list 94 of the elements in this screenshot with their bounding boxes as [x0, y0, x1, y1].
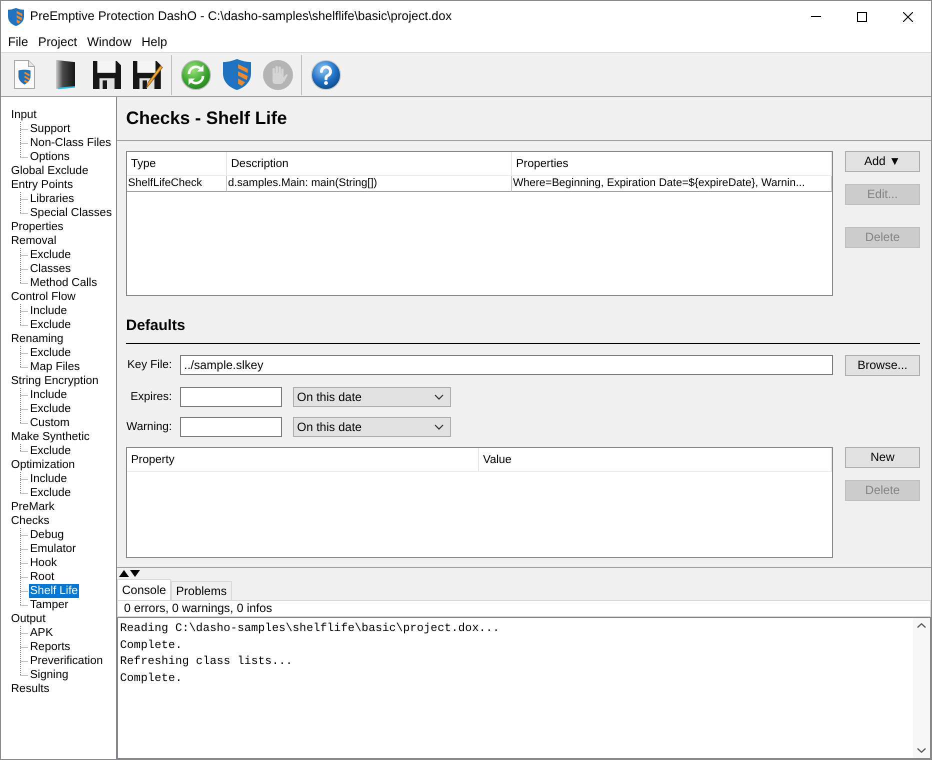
console-line: Reading C:\dasho-samples\shelflife\basic\project.dox... — [120, 621, 500, 637]
tree-item[interactable]: Map Files — [29, 360, 81, 374]
tree-item[interactable]: Results — [10, 682, 50, 696]
column-header[interactable]: Value — [479, 448, 832, 472]
add-button[interactable]: Add ▼ — [845, 151, 920, 172]
date-field[interactable] — [180, 417, 282, 437]
new-button[interactable]: New — [845, 447, 920, 468]
console-line: Complete. — [120, 671, 182, 688]
floppy-pencil-icon — [132, 60, 162, 88]
tree-item[interactable]: Include — [29, 388, 68, 402]
down-triangle-icon[interactable] — [130, 570, 140, 577]
menu-item[interactable]: Project — [33, 32, 82, 52]
scrollbar[interactable] — [913, 618, 930, 758]
column-header[interactable]: Properties — [512, 152, 832, 176]
page-title: Checks - Shelf Life — [126, 108, 288, 130]
maximize-icon — [857, 12, 867, 22]
document-shield-icon — [14, 60, 35, 89]
save-icon — [92, 60, 120, 88]
console-line: Complete. — [120, 638, 182, 654]
minimize-icon — [811, 16, 821, 17]
tree-item[interactable]: Custom — [29, 416, 71, 430]
tree-item[interactable]: APK — [29, 626, 54, 640]
tree-item[interactable]: Reports — [29, 640, 72, 654]
tree-item[interactable]: Special Classes — [29, 206, 113, 220]
tree-item[interactable]: Options — [29, 150, 71, 164]
menu-item[interactable]: File — [3, 32, 34, 52]
tree-item[interactable]: Non-Class Files — [29, 136, 112, 150]
menu-item[interactable]: Help — [136, 32, 172, 52]
menu-item[interactable]: Window — [82, 32, 137, 52]
tree-item[interactable]: Global Exclude — [10, 164, 90, 178]
tree-item[interactable]: Checks — [10, 514, 50, 528]
chevron-up-icon[interactable] — [917, 623, 926, 628]
status-bar: 0 errors, 0 warnings, 0 infos — [117, 600, 931, 617]
field-label: Key File: — [127, 359, 172, 372]
column-header[interactable]: Description — [227, 152, 512, 176]
tree-item[interactable]: Removal — [10, 234, 58, 248]
tree-item[interactable]: Tamper — [29, 598, 70, 612]
up-triangle-icon[interactable] — [119, 570, 129, 577]
tree-item[interactable]: Classes — [29, 262, 72, 276]
tree-item[interactable]: Shelf Life — [29, 584, 79, 598]
tree-item[interactable]: Method Calls — [29, 276, 98, 290]
browse-button[interactable]: Browse... — [845, 354, 920, 376]
tree-item[interactable]: Hook — [29, 556, 58, 570]
chevron-down-icon — [434, 394, 444, 400]
tree-item[interactable]: Exclude — [29, 346, 72, 360]
tree-item[interactable]: Exclude — [29, 318, 72, 332]
hand-icon — [262, 60, 292, 90]
column-header[interactable]: Property — [127, 448, 479, 472]
tree-item[interactable]: Make Synthetic — [10, 430, 91, 444]
column-header[interactable]: Type — [127, 152, 227, 176]
tree-item[interactable]: Include — [29, 472, 68, 486]
tree-item[interactable]: Optimization — [10, 458, 76, 472]
tree-item[interactable]: Libraries — [29, 192, 76, 206]
field-label: Expires: — [130, 391, 172, 404]
chevron-down-icon[interactable] — [917, 748, 926, 753]
tab[interactable]: Problems — [171, 581, 232, 600]
shield-icon — [222, 59, 250, 90]
console-line: Refreshing class lists... — [120, 654, 293, 670]
date-mode-dropdown[interactable]: On this date — [293, 417, 451, 437]
date-field[interactable] — [180, 387, 282, 407]
tree-item[interactable]: Include — [29, 304, 68, 318]
tree-item[interactable]: Signing — [29, 668, 70, 682]
tree-item[interactable]: PreMark — [10, 500, 56, 514]
tree-item[interactable]: Input — [10, 108, 38, 122]
table-cell: ShelfLifeCheck — [127, 176, 227, 192]
table-cell: d.samples.Main: main(String[]) — [227, 176, 512, 192]
section-title: Defaults — [126, 317, 186, 334]
tree-item[interactable]: Output — [10, 612, 47, 626]
tree-item[interactable]: Debug — [29, 528, 65, 542]
window-title: PreEmptive Protection DashO - C:\dasho-samples\shelflife\basic\project.dox — [30, 9, 453, 24]
tree-item[interactable]: Preverification — [29, 654, 104, 668]
shield-icon — [8, 8, 24, 26]
tree-item[interactable]: Renaming — [10, 332, 64, 346]
tree-item[interactable]: String Encryption — [10, 374, 100, 388]
help-icon — [310, 60, 340, 90]
refresh-icon — [180, 60, 210, 90]
tree-item[interactable]: Exclude — [29, 402, 72, 416]
key-file-field[interactable]: ../sample.slkey — [180, 355, 833, 375]
date-mode-dropdown[interactable]: On this date — [293, 387, 451, 407]
tree-item[interactable]: Exclude — [29, 444, 72, 458]
tab[interactable]: Console — [117, 579, 172, 600]
tree-item[interactable]: Support — [29, 122, 72, 136]
folder-icon — [56, 60, 75, 90]
tree-item[interactable]: Entry Points — [10, 178, 74, 192]
tree-item[interactable]: Properties — [10, 220, 64, 234]
tree-item[interactable]: Exclude — [29, 248, 72, 262]
close-icon — [903, 12, 913, 22]
tree-item[interactable]: Emulator — [29, 542, 78, 556]
field-label: Warning: — [126, 421, 172, 434]
tree-item[interactable]: Control Flow — [10, 290, 77, 304]
tree-item[interactable]: Root — [29, 570, 56, 584]
table-cell: Where=Beginning, Expiration Date=${expireDate}, Warnin... — [512, 176, 832, 192]
chevron-down-icon — [434, 424, 444, 430]
tree-item[interactable]: Exclude — [29, 486, 72, 500]
